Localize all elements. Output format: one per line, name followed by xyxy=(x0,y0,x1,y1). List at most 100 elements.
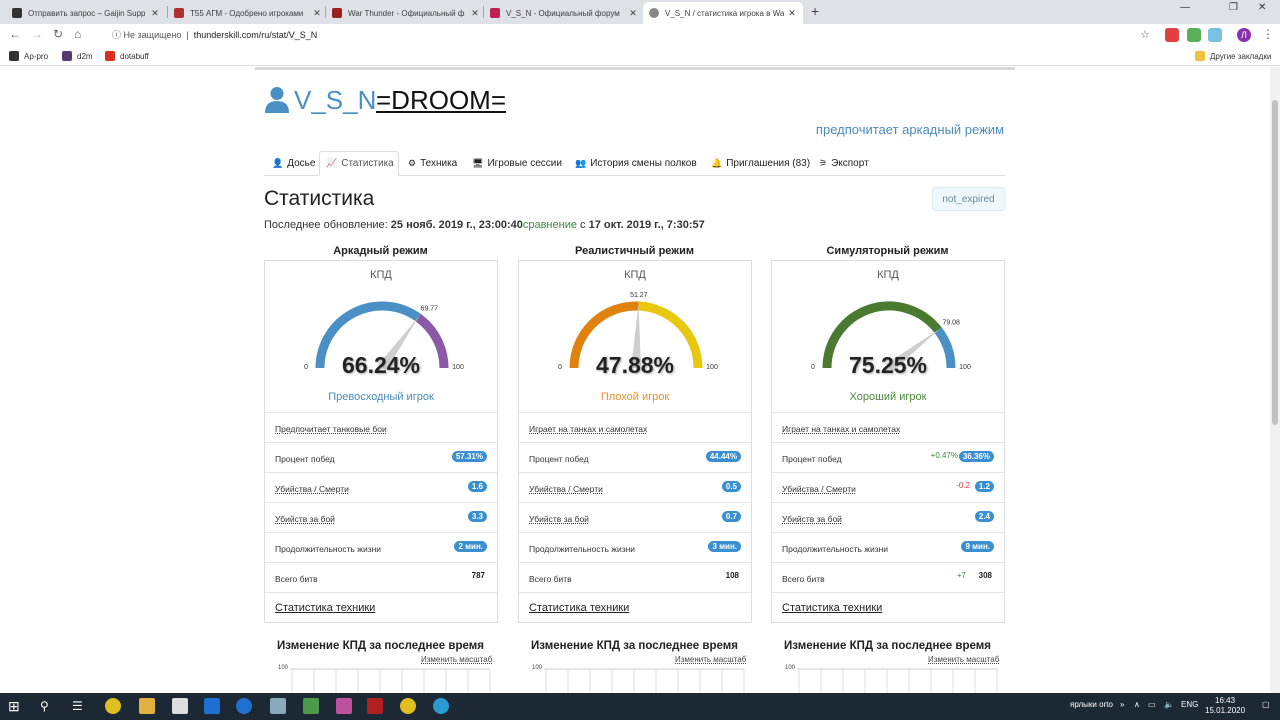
stat-label: Всего битв xyxy=(782,574,825,584)
stat-label[interactable]: Играет на танках и самолетах xyxy=(529,424,647,434)
scrollbar-thumb[interactable] xyxy=(1272,100,1278,425)
chrome-active-icon[interactable] xyxy=(400,698,416,714)
tab-invites[interactable]: 🔔 Приглашения (83) xyxy=(705,151,816,176)
task-view-icon[interactable]: ☰ xyxy=(72,698,88,714)
tab-statistics[interactable]: 📈 Статистика xyxy=(319,151,399,176)
change-scale-link[interactable]: Изменить масштаб xyxy=(421,655,492,664)
stat-delta: -0.2 xyxy=(956,481,970,490)
close-icon[interactable]: ✕ xyxy=(470,8,480,19)
address-input[interactable]: ⓘ Не защищено | thunderskill.com/ru/stat… xyxy=(112,28,317,41)
clan-link[interactable]: =DROOM= xyxy=(376,85,506,116)
network-icon[interactable]: ▭ xyxy=(1148,700,1156,709)
stat-label[interactable]: Убийств за бой xyxy=(275,514,335,524)
vehicle-stats-link[interactable]: Статистика техники xyxy=(529,602,629,614)
forward-icon[interactable]: → xyxy=(31,27,43,41)
maximize-icon[interactable]: ❐ xyxy=(1229,2,1238,13)
chrome-icon[interactable] xyxy=(105,698,121,714)
app-icon[interactable] xyxy=(270,698,286,714)
close-window-icon[interactable]: ✕ xyxy=(1258,2,1266,13)
stat-label[interactable]: Убийства / Смерти xyxy=(529,484,603,494)
clock[interactable]: 16:43 15.01.2020 xyxy=(1205,696,1245,716)
bookmark-item[interactable]: Ap-pro xyxy=(9,51,48,61)
home-icon[interactable]: ⌂ xyxy=(74,27,81,41)
efficiency-history-chart xyxy=(797,668,998,693)
tab-squadron-history[interactable]: 👥 История смены полков xyxy=(569,151,703,176)
vehicle-stats-link[interactable]: Статистика техники xyxy=(782,602,882,614)
stat-label[interactable]: Убийств за бой xyxy=(529,514,589,524)
compare-link[interactable]: сравнение xyxy=(523,219,577,231)
info-icon[interactable]: ⓘ xyxy=(112,30,121,40)
stat-row: Убийств за бой 2.4 xyxy=(772,502,1004,532)
other-bookmarks[interactable]: Другие закладки xyxy=(1195,51,1271,61)
dropbox-icon[interactable] xyxy=(204,698,220,714)
windows-start-icon[interactable]: ⊞ xyxy=(8,698,24,714)
close-icon[interactable]: ✕ xyxy=(628,8,638,19)
mode-title: Реалистичный режим xyxy=(575,245,694,257)
war-thunder-icon[interactable] xyxy=(367,698,383,714)
notifications-icon[interactable]: ▢ xyxy=(1262,700,1270,709)
tray-up-icon[interactable]: ∧ xyxy=(1134,700,1140,709)
stat-row: Убийства / Смерти 1.2 -0.2 xyxy=(772,472,1004,502)
messenger-icon[interactable] xyxy=(236,698,252,714)
tab-vehicles[interactable]: ⚙ Техника xyxy=(402,151,463,176)
browser-tab-active[interactable]: V_S_N / статистика игрока в Wa ✕ xyxy=(643,2,803,24)
tray-chevron-icon[interactable]: » xyxy=(1120,700,1124,709)
close-icon[interactable]: ✕ xyxy=(150,8,160,19)
app-icon[interactable] xyxy=(336,698,352,714)
language-indicator[interactable]: ENG xyxy=(1181,700,1198,709)
browser-tab[interactable]: Отправить запрос – Gaijin Supp ✕ xyxy=(6,2,166,24)
chart-title: Изменение КПД за последнее время xyxy=(277,640,484,652)
vehicle-stats-link[interactable]: Статистика техники xyxy=(275,602,375,614)
stat-label[interactable]: Убийства / Смерти xyxy=(782,484,856,494)
browser-tab[interactable]: T55 АГМ - Одобрено игроками ✕ xyxy=(168,2,328,24)
browser-tab[interactable]: V_S_N - Официальный форум ✕ xyxy=(484,2,644,24)
tab-dossier[interactable]: 👤 Досье xyxy=(266,151,321,176)
user-icon xyxy=(265,87,289,113)
gauge-marker-value: 69.77 xyxy=(421,305,439,312)
search-icon[interactable]: ⚲ xyxy=(40,698,56,714)
telegram-icon[interactable] xyxy=(433,698,449,714)
extension-icon[interactable] xyxy=(1187,28,1201,42)
card-footer: Статистика техники xyxy=(772,592,1004,622)
close-icon[interactable]: ✕ xyxy=(312,8,322,19)
app-icon[interactable] xyxy=(303,698,319,714)
tab-label: Игровые сессии xyxy=(487,158,562,169)
browser-tab[interactable]: War Thunder - Официальный ф ✕ xyxy=(326,2,486,24)
stat-row: Процент побед 57.31% xyxy=(265,442,497,472)
volume-icon[interactable]: 🔈 xyxy=(1164,700,1174,709)
profile-avatar[interactable]: Л xyxy=(1237,28,1251,42)
stat-label[interactable]: Убийств за бой xyxy=(782,514,842,524)
change-scale-link[interactable]: Изменить масштаб xyxy=(675,655,746,664)
stat-label: Всего битв xyxy=(529,574,572,584)
new-tab-button[interactable]: + xyxy=(811,3,819,19)
stat-value-badge: 44.44% xyxy=(705,451,741,462)
minimize-icon[interactable]: — xyxy=(1180,2,1190,13)
file-explorer-icon[interactable] xyxy=(139,698,155,714)
adblock-icon[interactable] xyxy=(1165,28,1179,42)
username[interactable]: V_S_N xyxy=(294,85,376,116)
efficiency-value: 75.25% xyxy=(848,352,927,378)
stat-label[interactable]: Убийства / Смерти xyxy=(275,484,349,494)
back-icon[interactable]: ← xyxy=(9,27,21,41)
menu-dots-icon[interactable]: ⋮ xyxy=(1262,27,1274,41)
efficiency-value: 47.88% xyxy=(595,352,674,378)
stat-label[interactable]: Играет на танках и самолетах xyxy=(782,424,900,434)
reload-icon[interactable]: ↻ xyxy=(53,27,63,41)
stat-label: Процент побед xyxy=(275,454,335,464)
chart-axis-label: 100 xyxy=(278,665,289,671)
tray-toolbar-label[interactable]: ярлыки orto xyxy=(1070,700,1113,709)
stat-label[interactable]: Предпочитает танковые бои xyxy=(275,424,387,434)
clock-date: 15.01.2020 xyxy=(1205,706,1246,715)
other-bookmarks-label: Другие закладки xyxy=(1210,51,1272,61)
tab-sessions[interactable]: 🖥 Игровые сессии xyxy=(466,151,568,176)
bookmark-star-icon[interactable]: ☆ xyxy=(1140,28,1150,41)
extension-icon[interactable] xyxy=(1208,28,1222,42)
chart-axis-label: 100 xyxy=(785,665,796,671)
bookmark-item[interactable]: d2m xyxy=(62,51,93,61)
change-scale-link[interactable]: Изменить масштаб xyxy=(928,655,999,664)
close-icon[interactable]: ✕ xyxy=(787,8,797,19)
calculator-icon[interactable] xyxy=(172,698,188,714)
page-title: Статистика xyxy=(264,187,375,210)
tab-export[interactable]: ⚞ Экспорт xyxy=(813,151,875,176)
bookmark-item[interactable]: dotabuff xyxy=(105,51,149,61)
